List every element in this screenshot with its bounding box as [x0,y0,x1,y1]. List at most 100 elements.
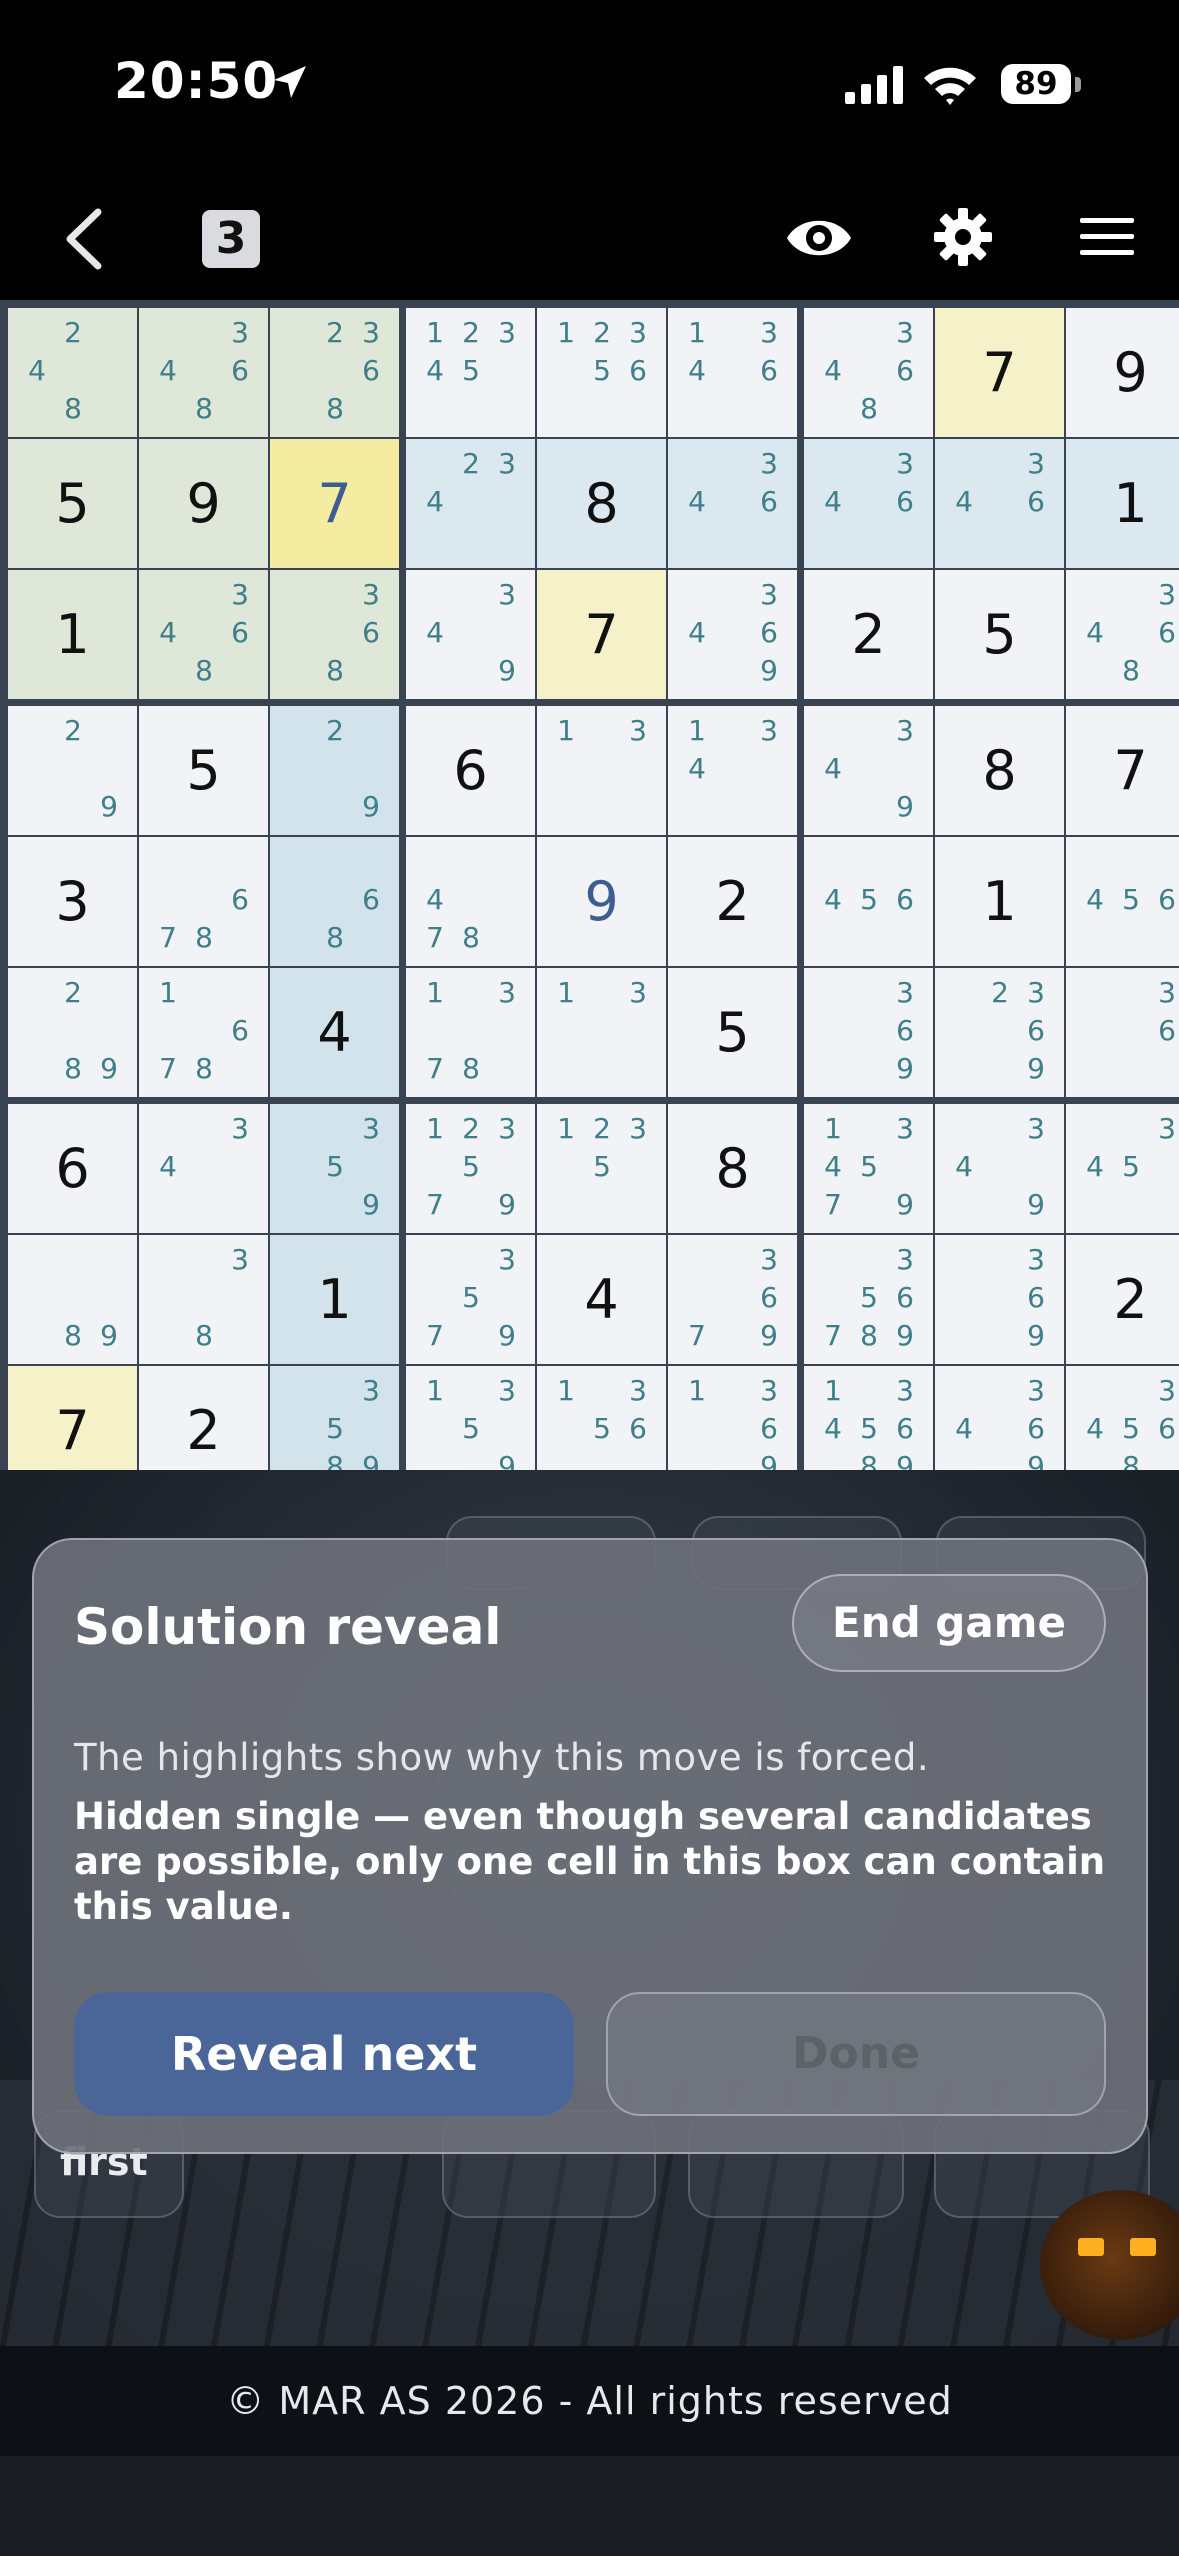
sudoku-cell[interactable]: 1 [270,1235,399,1364]
sudoku-cell[interactable]: 1 3 4 6 [668,308,797,437]
sudoku-cell[interactable]: 6 [406,706,535,835]
sudoku-cell[interactable]: 2 [1066,1235,1179,1364]
sudoku-cell[interactable]: 5 [8,439,137,568]
sudoku-cell[interactable]: 7 [537,570,666,699]
sudoku-cell[interactable]: 36 [1066,968,1179,1097]
sudoku-cell[interactable]: 23 4 [406,439,535,568]
sudoku-cell[interactable]: 6 78 [139,837,268,966]
sudoku-cell[interactable]: 3 68 [270,570,399,699]
gear-icon[interactable] [932,206,994,268]
sudoku-cell[interactable]: 9 [1066,308,1179,437]
candidate-note: 3 [629,1112,647,1145]
sudoku-cell[interactable]: 3 6 9 [935,1235,1064,1364]
sudoku-cell[interactable]: 3 4 9 [804,706,933,835]
sudoku-cell[interactable]: 1 [1066,439,1179,568]
sudoku-cell[interactable]: 123 45 [406,308,535,437]
sudoku-cell[interactable]: 3 4 6 [804,439,933,568]
sudoku-cell[interactable]: 6 [8,1104,137,1233]
sudoku-cell[interactable]: 456 [804,837,933,966]
reveal-next-button[interactable]: Reveal next [74,1992,574,2116]
sudoku-cell[interactable]: 8 [537,439,666,568]
cell-value: 4 [584,1268,619,1331]
sudoku-cell[interactable]: 2 [668,837,797,966]
sudoku-cell[interactable]: 3 4 68 [139,570,268,699]
difficulty-badge[interactable]: 3 [202,210,260,268]
done-button[interactable]: Done [606,1992,1106,2116]
sudoku-cell[interactable]: 13 [537,968,666,1097]
sudoku-cell[interactable]: 4 [270,968,399,1097]
sudoku-cell[interactable]: 23 68 [270,308,399,437]
sudoku-cell[interactable]: 34 [139,1104,268,1233]
candidate-note: 4 [688,752,706,785]
sudoku-cell[interactable]: 3 4 9 [406,570,535,699]
sudoku-cell[interactable]: 1 [935,837,1064,966]
sudoku-cell[interactable]: 3 4 9 [935,1104,1064,1233]
candidate-note: 2 [462,316,480,349]
candidate-note: 3 [896,447,914,480]
candidate-note: 3 [896,714,914,747]
sudoku-cell[interactable]: 1 3 78 [406,968,535,1097]
candidate-note: 3 [231,1243,249,1276]
cell-value: 1 [982,870,1017,933]
hamburger-menu-icon[interactable] [1078,214,1136,260]
sudoku-cell[interactable]: 5 [668,968,797,1097]
sudoku-cell[interactable]: 29 [270,706,399,835]
sudoku-cell[interactable]: 7 [935,308,1064,437]
candidate-note: 5 [593,354,611,387]
sudoku-cell[interactable]: 3 6 9 [804,968,933,1097]
cell-value: 8 [715,1137,750,1200]
sudoku-cell[interactable]: 8 [668,1104,797,1233]
sudoku-cell[interactable]: 38 [139,1235,268,1364]
candidate-note: 1 [426,976,444,1009]
sudoku-cell[interactable]: 4 [537,1235,666,1364]
sudoku-cell[interactable]: 1 3 4 [668,706,797,835]
sudoku-cell[interactable]: 1 [8,570,137,699]
candidate-note: 9 [100,1319,118,1352]
candidate-note: 8 [462,921,480,954]
sudoku-cell[interactable]: 3 4 6 [935,439,1064,568]
sudoku-cell[interactable]: 3 [8,837,137,966]
sudoku-cell[interactable]: 3 4 68 [1066,570,1179,699]
sudoku-cell[interactable]: 9 [537,837,666,966]
candidate-note: 6 [896,354,914,387]
sudoku-cell[interactable]: 1235 [537,1104,666,1233]
sudoku-cell[interactable]: 9 [139,439,268,568]
candidate-note: 3 [362,316,380,349]
candidate-note: 5 [860,1150,878,1183]
candidate-note: 9 [760,1319,778,1352]
end-game-button[interactable]: End game [792,1574,1106,1672]
sudoku-cell[interactable]: 3 4 6 [668,439,797,568]
sudoku-cell[interactable]: 3 4 68 [139,308,268,437]
sudoku-cell[interactable]: 359 [270,1104,399,1233]
sudoku-cell[interactable]: 4 78 [406,837,535,966]
sudoku-cell[interactable]: 8 [935,706,1064,835]
sudoku-cell[interactable]: 3 4 68 [804,308,933,437]
sudoku-cell[interactable]: 3 6 7 9 [668,1235,797,1364]
sudoku-cell[interactable]: 68 [270,837,399,966]
sudoku-cell[interactable]: 248 [8,308,137,437]
eye-icon[interactable] [784,210,854,266]
sudoku-cell[interactable]: 3 4 6 9 [668,570,797,699]
sudoku-cell[interactable]: 29 [8,706,137,835]
sudoku-cell[interactable]: 3 45 [1066,1104,1179,1233]
sudoku-cell[interactable]: 5 [935,570,1064,699]
sudoku-cell[interactable]: 7 [270,439,399,568]
sudoku-cell[interactable]: 5 [139,706,268,835]
sudoku-cell[interactable]: 7 [1066,706,1179,835]
pumpkin-eye [1078,2238,1104,2256]
sudoku-cell[interactable]: 12357 9 [406,1104,535,1233]
sudoku-cell[interactable]: 89 [8,1235,137,1364]
sudoku-cell[interactable]: 357 9 [406,1235,535,1364]
chevron-left-icon[interactable] [62,208,108,270]
sudoku-cell[interactable]: 356 789 [804,1235,933,1364]
sudoku-cell[interactable]: 2 89 [8,968,137,1097]
sudoku-cell[interactable]: 23 6 9 [935,968,1064,1097]
candidate-note: 9 [896,1052,914,1085]
candidate-note: 2 [64,714,82,747]
sudoku-cell[interactable]: 456 [1066,837,1179,966]
sudoku-cell[interactable]: 2 [804,570,933,699]
sudoku-cell[interactable]: 1 3 457 9 [804,1104,933,1233]
sudoku-cell[interactable]: 1678 [139,968,268,1097]
sudoku-cell[interactable]: 13 [537,706,666,835]
sudoku-cell[interactable]: 12356 [537,308,666,437]
